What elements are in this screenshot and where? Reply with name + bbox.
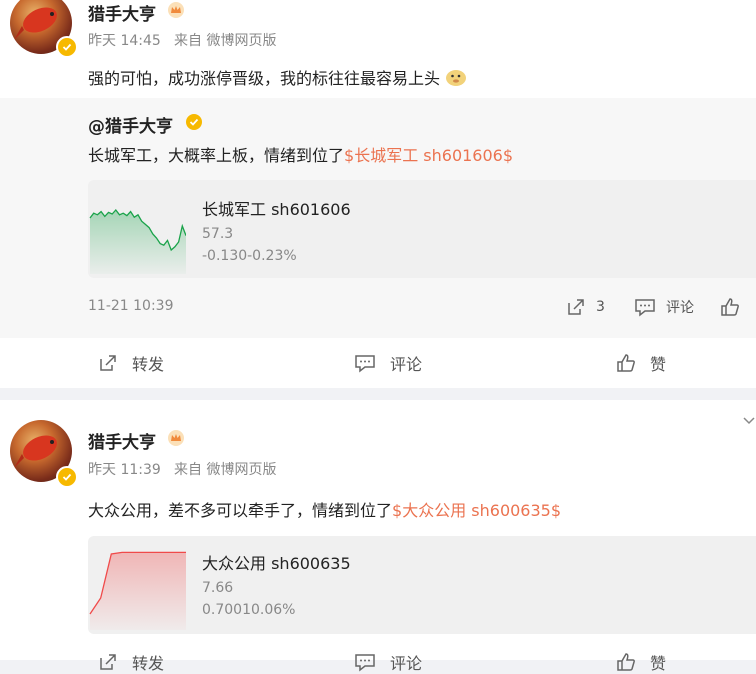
stock-price: 7.66 xyxy=(202,580,234,596)
repost-label: 转发 xyxy=(132,654,165,673)
comment-icon xyxy=(635,299,655,317)
stock-link[interactable]: $长城军工 sh601606$ xyxy=(344,146,513,165)
post-card: 猎手大亨 昨天 11:39 来自 微博网页版 大众公用，差不多可以牵手了，情绪到… xyxy=(0,400,756,673)
stock-change: -0.130-0.23% xyxy=(202,248,297,264)
post-time[interactable]: 昨天 11:39 xyxy=(88,459,161,479)
quoted-repost-button[interactable]: 3 xyxy=(566,297,605,317)
stock-change: 0.70010.06% xyxy=(202,602,296,618)
post-source: 来自 微博网页版 xyxy=(174,462,277,478)
repost-button[interactable]: 转发 xyxy=(98,351,164,375)
verified-icon xyxy=(56,36,78,58)
post-card: 猎手大亨 昨天 14:45 来自 微博网页版 强的可怕，成功涨停晋级，我的标往往… xyxy=(0,0,756,388)
stock-sparkline xyxy=(89,551,186,630)
sparkline-area xyxy=(90,552,186,630)
stock-sparkline xyxy=(89,208,186,274)
like-icon xyxy=(617,653,635,671)
sparkline-area xyxy=(90,210,186,274)
crown-icon xyxy=(168,2,184,18)
like-icon xyxy=(617,354,635,372)
post-text: 强的可怕，成功涨停晋级，我的标往往最容易上头 xyxy=(88,65,467,89)
quoted-text-body: 长城军工，大概率上板，情绪到位了 xyxy=(88,146,345,165)
like-button[interactable]: 赞 xyxy=(616,650,666,674)
repost-label: 转发 xyxy=(132,355,165,374)
comment-button[interactable]: 评论 xyxy=(354,351,422,375)
stock-link[interactable]: $大众公用 sh600635$ xyxy=(392,501,561,520)
quoted-like-button[interactable] xyxy=(720,297,750,317)
repost-button[interactable]: 转发 xyxy=(98,650,164,674)
author-name[interactable]: 猎手大亨 xyxy=(88,0,156,25)
crown-icon xyxy=(168,430,184,446)
verified-icon xyxy=(56,466,78,488)
post-source: 来自 微博网页版 xyxy=(174,33,277,49)
comment-button[interactable]: 评论 xyxy=(354,650,422,674)
comment-icon xyxy=(355,654,375,672)
like-icon xyxy=(721,298,739,316)
post-time[interactable]: 昨天 14:45 xyxy=(88,30,161,50)
quoted-post[interactable]: @猎手大亨 长城军工，大概率上板，情绪到位了$长城军工 sh601606$ 长城… xyxy=(0,98,756,338)
post-text-body: 大众公用，差不多可以牵手了，情绪到位了 xyxy=(88,501,393,520)
post-text-body: 强的可怕，成功涨停晋级，我的标往往最容易上头 xyxy=(88,69,441,88)
doge-icon xyxy=(446,70,467,86)
repost-icon xyxy=(100,355,116,371)
like-label: 赞 xyxy=(650,355,667,374)
post-text: 大众公用，差不多可以牵手了，情绪到位了$大众公用 sh600635$ xyxy=(88,497,561,521)
like-button[interactable]: 赞 xyxy=(616,351,666,375)
comment-label: 评论 xyxy=(390,654,423,673)
quoted-repost-count: 3 xyxy=(596,299,605,315)
stock-card[interactable]: 长城军工 sh601606 57.3 -0.130-0.23% xyxy=(88,180,756,278)
quoted-author[interactable]: @猎手大亨 xyxy=(88,112,173,137)
stock-price: 57.3 xyxy=(202,226,234,242)
chevron-down-icon[interactable] xyxy=(742,416,756,426)
quoted-text: 长城军工，大概率上板，情绪到位了$长城军工 sh601606$ xyxy=(88,142,513,166)
stock-card[interactable]: 大众公用 sh600635 7.66 0.70010.06% xyxy=(88,536,756,634)
stock-name: 长城军工 sh601606 xyxy=(202,200,351,219)
like-label: 赞 xyxy=(650,654,667,673)
author-name[interactable]: 猎手大亨 xyxy=(88,428,156,453)
quoted-comment-button[interactable]: 评论 xyxy=(634,297,694,317)
quoted-comment-label: 评论 xyxy=(666,300,694,316)
verified-icon xyxy=(186,114,202,130)
comment-icon xyxy=(355,355,375,373)
quoted-time[interactable]: 11-21 10:39 xyxy=(88,298,173,314)
repost-icon xyxy=(568,299,584,315)
stock-name: 大众公用 sh600635 xyxy=(202,554,351,573)
repost-icon xyxy=(100,654,116,670)
comment-label: 评论 xyxy=(390,355,423,374)
